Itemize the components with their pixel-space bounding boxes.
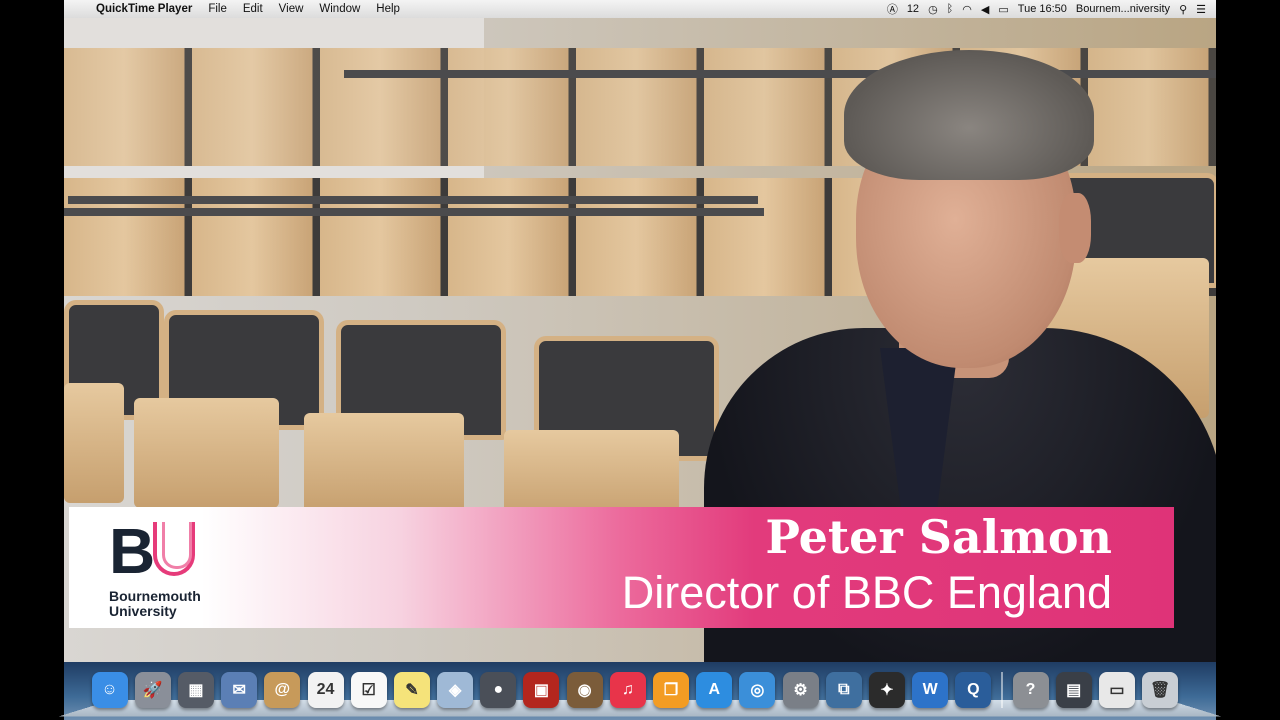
mail-stamp-icon[interactable]: ✉ — [221, 672, 258, 708]
notes-icon[interactable]: ✎ — [393, 672, 430, 708]
safari-icon[interactable]: ◎ — [739, 672, 776, 708]
trash-icon[interactable]: 🗑 — [1142, 672, 1179, 708]
letterbox-right — [1216, 0, 1280, 720]
person-hair — [844, 50, 1094, 180]
letterbox-left — [0, 0, 64, 720]
dock-icon-glyph: ▦ — [188, 682, 204, 699]
person-ear — [1059, 193, 1091, 263]
menu-file[interactable]: File — [200, 3, 235, 15]
app-menu[interactable]: QuickTime Player — [90, 3, 200, 15]
dock-icon-glyph: Q — [967, 681, 980, 698]
menu-bar: QuickTime Player File Edit View Window H… — [64, 0, 1216, 19]
speaker-name: Peter Salmon — [765, 510, 1112, 564]
app-store-icon[interactable]: A — [696, 672, 733, 708]
logo-mark: B — [109, 519, 155, 583]
seat-base — [134, 398, 279, 508]
itunes-icon[interactable]: ♫ — [609, 672, 646, 708]
dock-icon-glyph: ▭ — [1109, 682, 1125, 699]
user-menu[interactable]: Bournem...niversity — [1076, 3, 1170, 15]
launchpad-icon[interactable]: 🚀 — [134, 672, 171, 708]
wifi-icon[interactable]: ◠ — [962, 3, 972, 16]
dock-icon-glyph: @ — [274, 681, 291, 698]
dock-icon-glyph: ▣ — [533, 682, 550, 699]
seat-base — [64, 383, 124, 503]
clock[interactable]: Tue 16:50 — [1018, 3, 1067, 15]
dock-icon-glyph: ☑ — [361, 682, 376, 699]
seat-base — [304, 413, 464, 513]
adobe-icon[interactable]: Ⓐ — [887, 1, 898, 17]
dock-icon-glyph: 24 — [316, 681, 335, 698]
dock-icon-glyph: ✉ — [232, 682, 246, 699]
rail — [344, 70, 1216, 78]
help-icon[interactable]: ? — [1012, 672, 1049, 708]
dock-icon-glyph: ❐ — [663, 682, 679, 699]
reminders-icon[interactable]: ☑ — [350, 672, 387, 708]
adobe-badge: 12 — [906, 3, 920, 15]
dock-icon-glyph: ◈ — [448, 682, 462, 699]
downloads-stack-icon[interactable]: ▤ — [1055, 672, 1092, 708]
dock-icon-glyph: 🚀 — [142, 682, 163, 699]
preview-icon[interactable]: ◈ — [437, 672, 474, 708]
dock-icon-glyph: ◉ — [577, 682, 592, 699]
dock: ☺ 🚀 ▦ ✉ @24 ☑ ✎ ◈ ● ▣ ◉ ♫ ❐ A ◎ ⚙ ⧉ ✦ W Q? ▤ ▭ 🗑 — [88, 666, 1192, 714]
bournemouth-university-logo: B Bournemouth University — [109, 519, 249, 619]
menu-window[interactable]: Window — [311, 3, 368, 15]
dock-icon-glyph: ♫ — [621, 681, 634, 698]
final-cut-icon[interactable]: ✦ — [868, 672, 905, 708]
menu-view[interactable]: View — [271, 3, 312, 15]
logo-letters: B — [109, 515, 156, 587]
word-icon[interactable]: W — [912, 672, 949, 708]
dock-icon-glyph: ⚙ — [793, 682, 808, 699]
rail — [64, 208, 764, 216]
dock-icon-glyph: ☺ — [101, 681, 118, 698]
rail — [68, 196, 758, 204]
dock-icon-glyph: ✎ — [405, 682, 419, 699]
photo-booth-icon[interactable]: ▣ — [523, 672, 560, 708]
time-machine-icon[interactable]: ◷ — [928, 3, 938, 16]
spotlight-icon[interactable]: ⚲ — [1179, 3, 1187, 16]
contacts-icon[interactable]: @ — [264, 672, 301, 708]
facetime-icon[interactable]: ● — [480, 672, 517, 708]
system-preferences-icon[interactable]: ⚙ — [782, 672, 819, 708]
dock-icon-glyph: 🗑 — [1149, 682, 1171, 699]
screen-sharing-icon[interactable]: ⧉ — [825, 672, 862, 708]
dock-icon-glyph: ? — [1025, 681, 1036, 698]
dock-icon-glyph: ▤ — [1066, 682, 1082, 699]
volume-icon[interactable]: ◀ — [981, 3, 989, 16]
dock-separator — [1000, 672, 1003, 708]
calendar-icon[interactable]: 24 — [307, 672, 344, 708]
dock-icon-glyph: A — [708, 681, 720, 698]
notification-center-icon[interactable]: ☰ — [1196, 3, 1206, 16]
quicktime-icon[interactable]: Q — [955, 672, 992, 708]
document-stack-icon[interactable]: ▭ — [1098, 672, 1135, 708]
logo-name-line1: Bournemouth — [109, 588, 201, 604]
logo-name-line2: University — [109, 603, 177, 619]
menu-help[interactable]: Help — [368, 3, 408, 15]
status-area: Ⓐ 12 ◷ ᛒ ◠ ◀ ▭ Tue 16:50 Bournem...niver… — [887, 1, 1216, 17]
battery-icon[interactable]: ▭ — [998, 3, 1008, 16]
iphoto-icon[interactable]: ◉ — [566, 672, 603, 708]
ibooks-icon[interactable]: ❐ — [653, 672, 690, 708]
dock-icon-glyph: ◎ — [750, 682, 765, 699]
menu-edit[interactable]: Edit — [235, 3, 271, 15]
dock-icon-glyph: ● — [493, 681, 504, 698]
speaker-title: Director of BBC England — [621, 567, 1112, 618]
logo-wordmark: Bournemouth University — [109, 589, 201, 619]
lower-third-caption: B Bournemouth University Peter Salmon Di… — [69, 507, 1174, 628]
logo-u-mark — [153, 522, 195, 576]
mission-control-icon[interactable]: ▦ — [177, 672, 214, 708]
dock-icon-glyph: ✦ — [880, 682, 894, 699]
bluetooth-icon[interactable]: ᛒ — [947, 3, 954, 15]
dock-icon-glyph: W — [922, 681, 938, 698]
finder-icon[interactable]: ☺ — [91, 672, 128, 708]
dock-icon-glyph: ⧉ — [838, 681, 850, 698]
